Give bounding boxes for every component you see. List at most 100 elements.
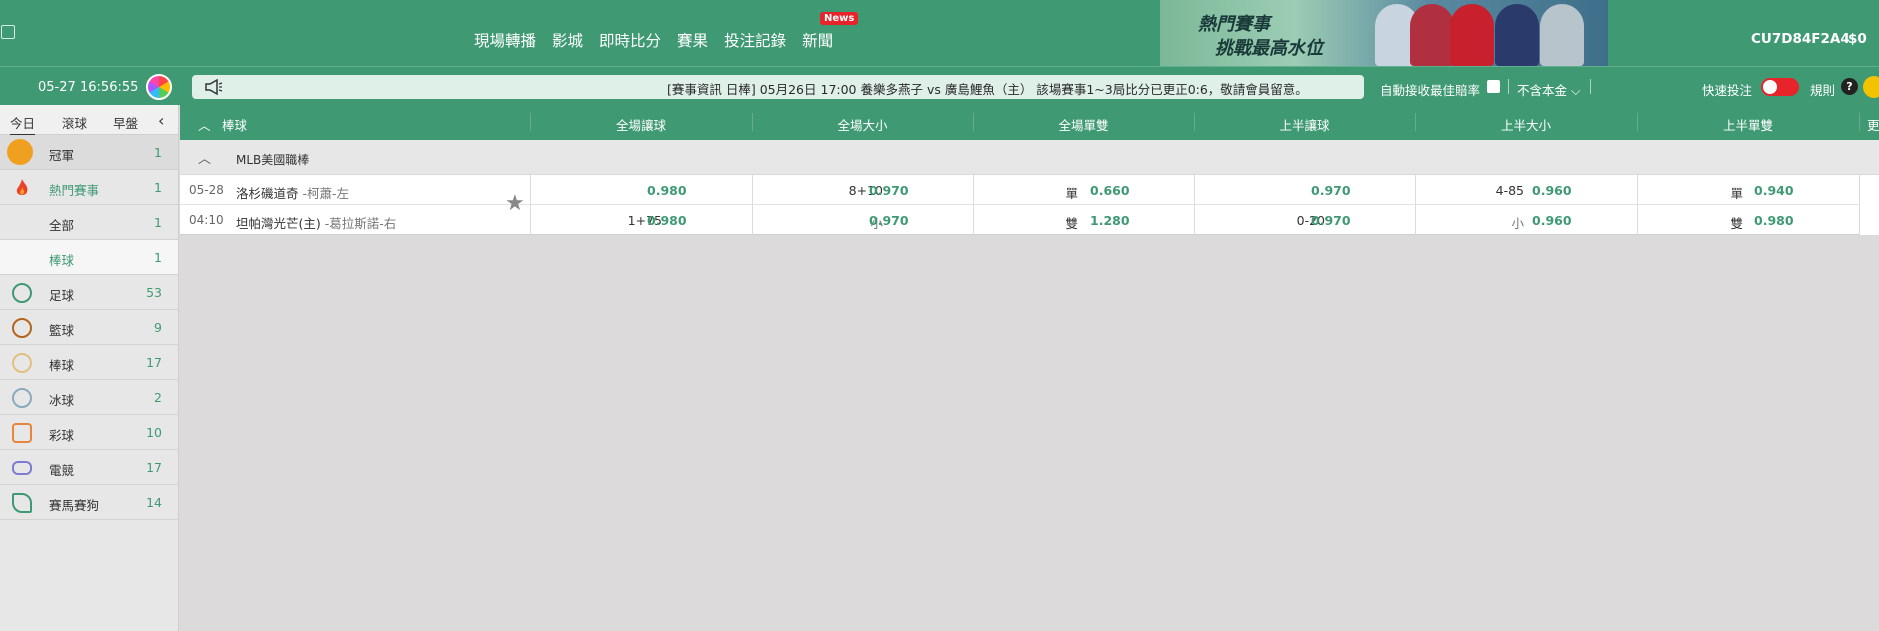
odds-cell[interactable]: 1+75 0.980 bbox=[530, 205, 752, 235]
divider bbox=[1590, 79, 1591, 94]
odds-value: 0.980 bbox=[647, 183, 687, 198]
odds-value: 0.970 bbox=[1311, 213, 1351, 228]
player-image bbox=[1495, 4, 1539, 66]
match-row-home: 05-28 洛杉磯道奇 -柯蕭-左 0.980 8+10 0.970 單 0.660… bbox=[180, 175, 1859, 205]
sidebar-item-label: 足球 bbox=[49, 288, 75, 303]
sidebar-item-count: 14 bbox=[146, 495, 162, 510]
odds-cell[interactable]: 4-85 0.960 bbox=[1415, 175, 1637, 205]
banner-subtitle: 挑戰最高水位 bbox=[1215, 38, 1323, 59]
odds-cell[interactable]: 小 0.960 bbox=[1415, 205, 1637, 235]
sidebar-item-hot[interactable]: 熱門賽事 1 bbox=[0, 170, 178, 205]
auto-accept-label: 自動接收最佳賠率 bbox=[1380, 83, 1481, 98]
col-full-oddeven: 全場單雙 bbox=[1058, 118, 1109, 133]
odds-cell[interactable]: 單 0.660 bbox=[973, 175, 1194, 205]
league-name: MLB美國職棒 bbox=[236, 153, 310, 167]
handicap: 4-85 bbox=[1495, 183, 1524, 198]
sidebar-item-label: 棒球 bbox=[49, 253, 75, 268]
color-wheel-icon[interactable] bbox=[146, 74, 172, 100]
site-logo[interactable] bbox=[1, 25, 15, 39]
sidebar-item-label: 賽馬賽狗 bbox=[49, 498, 100, 513]
main-nav: 現場轉播 影城 即時比分 賽果 投注記錄 新聞 bbox=[474, 29, 849, 51]
away-team: 坦帕灣光芒(主) -葛拉斯諾-右 bbox=[236, 213, 396, 232]
collapse-league-icon[interactable]: ︿ bbox=[198, 148, 211, 167]
nav-live-score[interactable]: 即時比分 bbox=[599, 29, 661, 51]
odds-cell[interactable]: 單 0.940 bbox=[1637, 175, 1859, 205]
baseball-icon bbox=[12, 353, 32, 373]
player-image bbox=[1540, 4, 1584, 66]
collapse-sidebar-icon[interactable]: ‹ bbox=[158, 111, 164, 130]
sidebar-item-baseball-hot[interactable]: 棒球 1 bbox=[0, 240, 178, 275]
soccer-icon bbox=[12, 283, 32, 303]
nav-news[interactable]: 新聞 bbox=[802, 29, 833, 51]
favorite-star-icon[interactable]: ★ bbox=[505, 191, 525, 216]
current-time: 16:56:55 bbox=[80, 80, 139, 95]
account-id[interactable]: CU7D84F2A4 bbox=[1751, 31, 1850, 47]
fast-bet-toggle[interactable] bbox=[1761, 78, 1799, 96]
sidebar-item-champion[interactable]: 冠軍 1 bbox=[0, 135, 178, 170]
league-header[interactable]: ︿ MLB美國職棒 bbox=[180, 140, 1879, 175]
megaphone-icon bbox=[205, 78, 223, 96]
sidebar-item-label: 電競 bbox=[49, 463, 75, 478]
more-column[interactable] bbox=[1859, 175, 1879, 235]
handicap: 雙 bbox=[1065, 216, 1078, 231]
sidebar-item-count: 2 bbox=[154, 390, 162, 405]
sidebar-item-count: 53 bbox=[146, 285, 162, 300]
odds-value: 0.960 bbox=[1532, 183, 1572, 198]
home-team-name: 洛杉磯道奇 bbox=[236, 186, 299, 201]
odds-cell[interactable]: 雙 1.280 bbox=[973, 205, 1194, 235]
announcement-marquee[interactable]: [賽事資訊 日棒] 05月26日 17:00 養樂多燕子 vs 廣島鯉魚（主） … bbox=[192, 75, 1364, 99]
odds-cell[interactable]: 0-20 0.970 bbox=[1194, 205, 1415, 235]
lottery-icon bbox=[12, 423, 32, 443]
odds-value: 0.970 bbox=[1311, 183, 1351, 198]
account-balance: $0 bbox=[1848, 31, 1867, 47]
notification-icon[interactable] bbox=[1863, 76, 1879, 98]
sidebar-item-racing[interactable]: 賽馬賽狗 14 bbox=[0, 485, 178, 520]
sidebar-item-basketball[interactable]: 籃球 9 bbox=[0, 310, 178, 345]
sidebar-item-label: 彩球 bbox=[49, 428, 75, 443]
handicap: 單 bbox=[1065, 186, 1078, 201]
sidebar-item-label: 熱門賽事 bbox=[49, 183, 100, 198]
tab-today[interactable]: 今日 bbox=[10, 113, 36, 136]
nav-results[interactable]: 賽果 bbox=[677, 29, 708, 51]
odds-type-select[interactable]: 不含本金 ⌵ bbox=[1517, 80, 1580, 99]
nav-bet-history[interactable]: 投注記錄 bbox=[724, 29, 786, 51]
odds-value: 0.980 bbox=[647, 213, 687, 228]
sidebar-item-label: 冰球 bbox=[49, 393, 75, 408]
odds-type-label: 不含本金 bbox=[1517, 83, 1568, 98]
banner-title: 熱門賽事 bbox=[1198, 14, 1270, 35]
help-icon[interactable]: ? bbox=[1841, 78, 1858, 95]
odds-cell[interactable]: 0.970 bbox=[1194, 175, 1415, 205]
match-time: 04:10 bbox=[189, 213, 224, 227]
sidebar-item-soccer[interactable]: 足球 53 bbox=[0, 275, 178, 310]
sidebar-item-hockey[interactable]: 冰球 2 bbox=[0, 380, 178, 415]
nav-cinema[interactable]: 影城 bbox=[552, 29, 583, 51]
sidebar-item-label: 籃球 bbox=[49, 323, 75, 338]
away-pitcher: -葛拉斯諾-右 bbox=[320, 216, 397, 231]
divider bbox=[1508, 79, 1509, 94]
sidebar-item-all[interactable]: 全部 1 bbox=[0, 205, 178, 240]
divider bbox=[1859, 113, 1860, 131]
handicap: 小 bbox=[1511, 216, 1524, 231]
nav-live-stream[interactable]: 現場轉播 bbox=[474, 29, 536, 51]
sidebar-item-count: 17 bbox=[146, 460, 162, 475]
news-badge: News bbox=[820, 12, 859, 25]
collapse-sport-icon[interactable]: ︿ bbox=[198, 115, 211, 134]
sidebar-item-baseball[interactable]: 棒球 17 bbox=[0, 345, 178, 380]
odds-cell[interactable]: 0.980 bbox=[530, 175, 752, 205]
sidebar-item-count: 1 bbox=[154, 180, 162, 195]
sidebar-item-count: 1 bbox=[154, 215, 162, 230]
promo-banner[interactable]: 熱門賽事 挑戰最高水位 bbox=[1160, 0, 1608, 66]
basketball-icon bbox=[12, 318, 32, 338]
odds-cell[interactable]: 雙 0.980 bbox=[1637, 205, 1859, 235]
odds-cell[interactable]: 小 0.970 bbox=[752, 205, 973, 235]
auto-accept-checkbox[interactable] bbox=[1487, 80, 1500, 93]
col-full-handicap: 全場讓球 bbox=[615, 118, 666, 133]
player-image bbox=[1410, 4, 1454, 66]
tab-live[interactable]: 滾球 bbox=[62, 113, 87, 132]
tab-early[interactable]: 早盤 bbox=[113, 113, 138, 132]
rules-link[interactable]: 規則 bbox=[1810, 80, 1835, 99]
odds-cell[interactable]: 8+10 0.970 bbox=[752, 175, 973, 205]
sidebar-item-lottery[interactable]: 彩球 10 bbox=[0, 415, 178, 450]
esports-icon bbox=[12, 461, 32, 475]
sidebar-item-esports[interactable]: 電競 17 bbox=[0, 450, 178, 485]
